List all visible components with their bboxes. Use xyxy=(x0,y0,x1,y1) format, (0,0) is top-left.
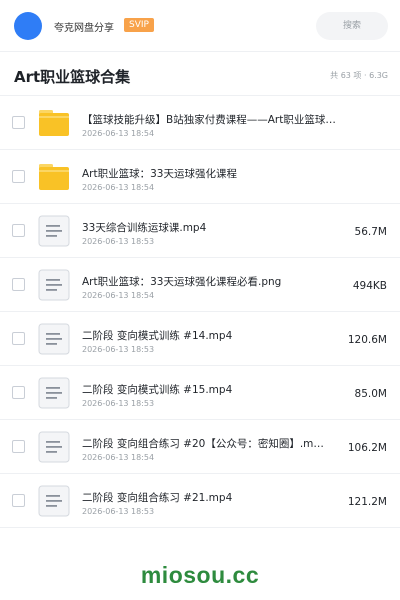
row-checkbox[interactable] xyxy=(12,332,25,345)
file-size: 56.7M xyxy=(354,226,387,238)
list-item[interactable]: 二阶段 变向组合练习 #21.mp4 2026-06-13 18:53 121.… xyxy=(0,474,400,528)
file-date: 2026-06-13 18:53 xyxy=(82,507,155,516)
file-name: Art职业篮球：33天运球强化课程 xyxy=(82,168,237,180)
file-date: 2026-06-13 18:54 xyxy=(82,291,155,300)
file-name: 二阶段 变向模式训练 #14.mp4 xyxy=(82,330,233,342)
row-checkbox[interactable] xyxy=(12,116,25,129)
file-name: 二阶段 变向组合练习 #20【公众号：密知圈】.m… xyxy=(82,438,324,450)
file-size: 106.2M xyxy=(347,442,387,454)
file-icon xyxy=(38,431,70,463)
file-list: 【篮球技能升级】B站独家付费课程——Art职业篮球… 2026-06-13 18… xyxy=(0,96,400,528)
file-icon xyxy=(38,215,70,247)
site-watermark: miosou.cc xyxy=(140,562,260,588)
list-item[interactable]: Art职业篮球：33天运球强化课程必看.png 2026-06-13 18:54… xyxy=(0,258,400,312)
file-date: 2026-06-13 18:54 xyxy=(82,183,155,192)
file-size: 494KB xyxy=(352,280,387,292)
file-date: 2026-06-13 18:54 xyxy=(82,453,155,462)
row-checkbox[interactable] xyxy=(12,278,25,291)
file-size: 121.2M xyxy=(347,496,387,508)
list-item[interactable]: 二阶段 变向模式训练 #15.mp4 2026-06-13 18:53 85.0… xyxy=(0,366,400,420)
list-item[interactable]: 33天综合训练运球课.mp4 2026-06-13 18:53 56.7M xyxy=(0,204,400,258)
share-owner-name: 夸克网盘分享 xyxy=(54,23,114,34)
folder-icon xyxy=(39,164,69,190)
file-name: 二阶段 变向组合练习 #21.mp4 xyxy=(82,492,233,504)
file-size: 85.0M xyxy=(354,388,387,400)
file-name: 【篮球技能升级】B站独家付费课程——Art职业篮球… xyxy=(82,114,336,126)
row-checkbox[interactable] xyxy=(12,170,25,183)
list-item[interactable]: 【篮球技能升级】B站独家付费课程——Art职业篮球… 2026-06-13 18… xyxy=(0,96,400,150)
list-item[interactable]: 二阶段 变向组合练习 #20【公众号：密知圈】.m… 2026-06-13 18… xyxy=(0,420,400,474)
search-box[interactable] xyxy=(316,12,388,40)
file-date: 2026-06-13 18:53 xyxy=(82,345,155,354)
file-name: 33天综合训练运球课.mp4 xyxy=(82,222,207,234)
search-input[interactable] xyxy=(316,12,388,40)
file-icon xyxy=(38,269,70,301)
file-name: Art职业篮球：33天运球强化课程必看.png xyxy=(82,276,282,288)
list-item[interactable]: Art职业篮球：33天运球强化课程 2026-06-13 18:54 xyxy=(0,150,400,204)
file-size: 120.6M xyxy=(347,334,387,346)
folder-icon xyxy=(39,110,69,136)
avatar[interactable] xyxy=(14,12,42,40)
app-header: 夸克网盘分享 SVIP xyxy=(0,0,400,52)
page-title: Art职业篮球合集 xyxy=(14,68,131,86)
file-name: 二阶段 变向模式训练 #15.mp4 xyxy=(82,384,233,396)
file-date: 2026-06-13 18:53 xyxy=(82,399,155,408)
folder-title-bar: Art职业篮球合集 共 63 项 · 6.3G xyxy=(0,52,400,96)
row-checkbox[interactable] xyxy=(12,224,25,237)
svip-badge: SVIP xyxy=(124,18,154,32)
file-icon xyxy=(38,485,70,517)
list-item[interactable]: 二阶段 变向模式训练 #14.mp4 2026-06-13 18:53 120.… xyxy=(0,312,400,366)
file-count-summary: 共 63 项 · 6.3G xyxy=(330,71,388,80)
file-date: 2026-06-13 18:54 xyxy=(82,129,155,138)
file-date: 2026-06-13 18:53 xyxy=(82,237,155,246)
row-checkbox[interactable] xyxy=(12,440,25,453)
file-icon xyxy=(38,323,70,355)
row-checkbox[interactable] xyxy=(12,386,25,399)
row-checkbox[interactable] xyxy=(12,494,25,507)
file-icon xyxy=(38,377,70,409)
